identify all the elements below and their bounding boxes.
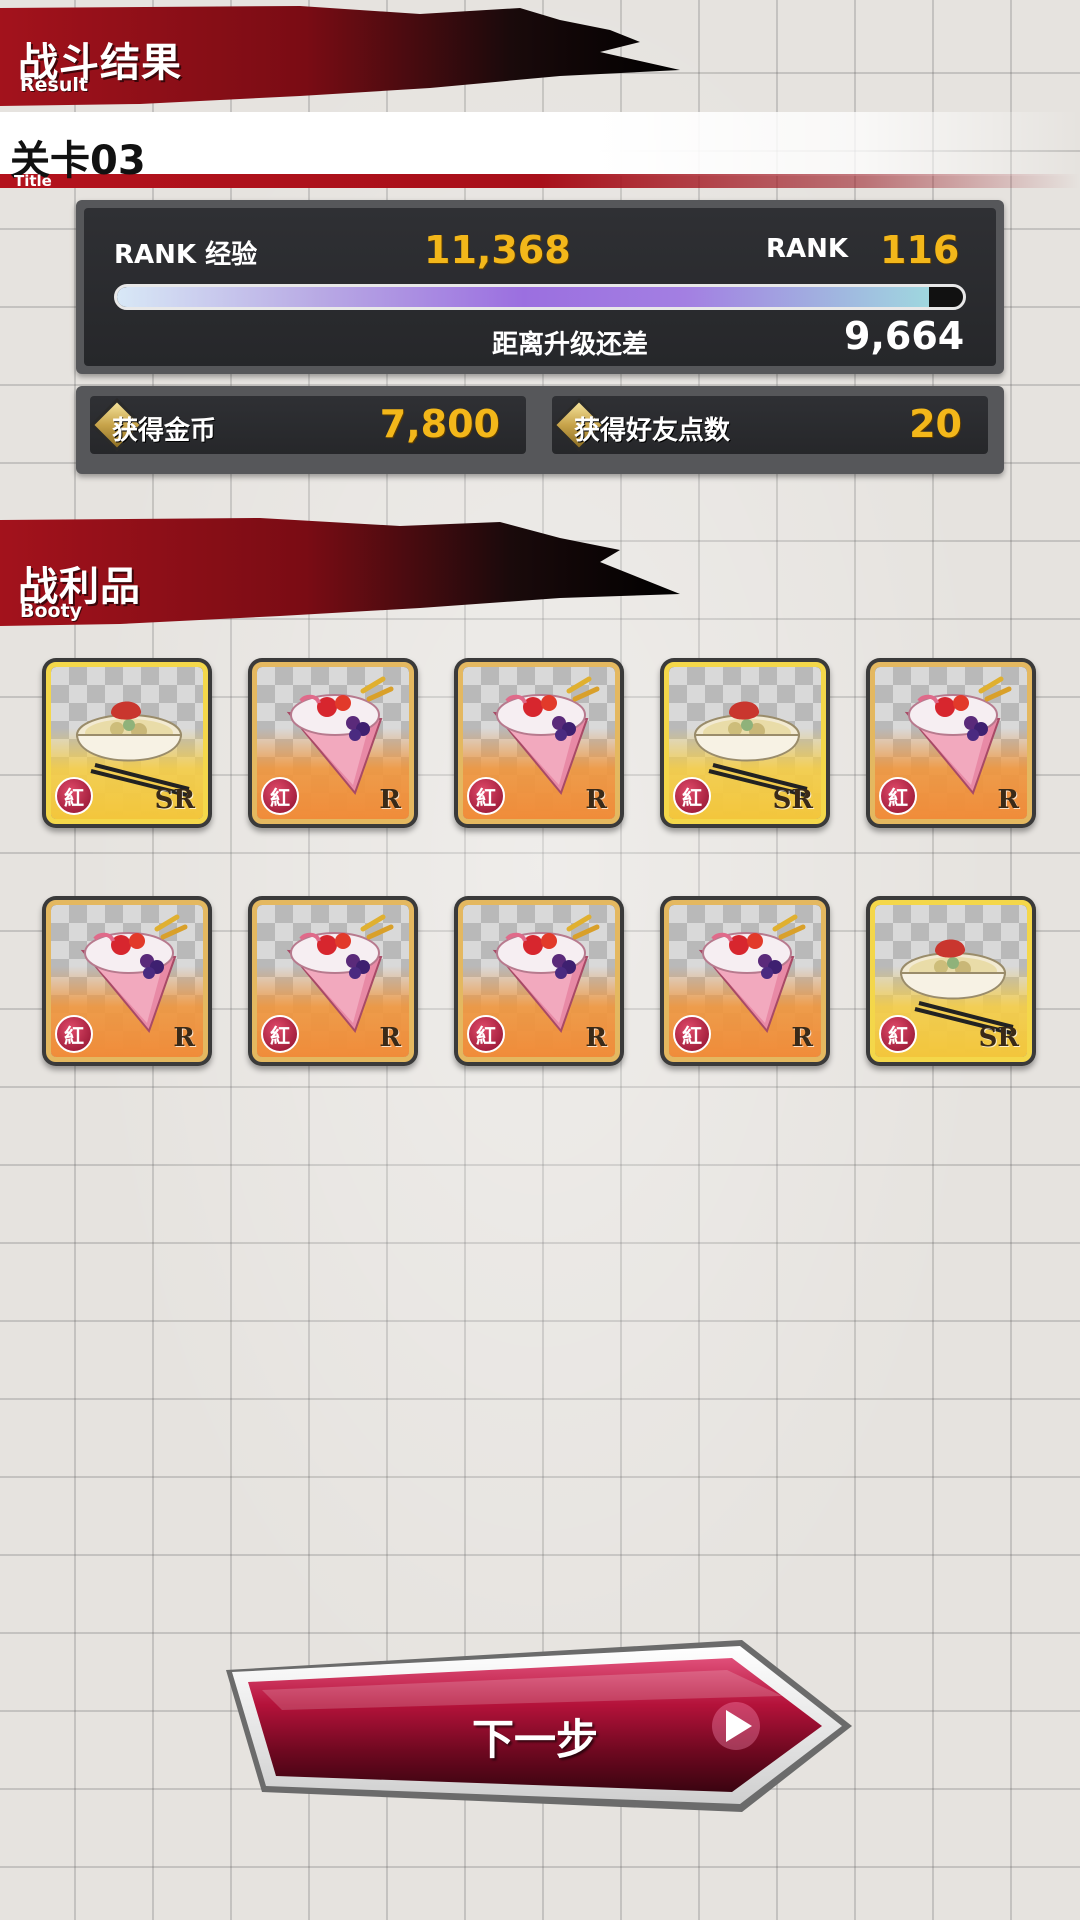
booty-item[interactable]: 紅 R (454, 658, 624, 828)
rarity-label: R (997, 785, 1019, 815)
rank-value: 116 (880, 228, 960, 272)
stage-sub: Title (14, 172, 52, 190)
rarity-label: R (379, 785, 401, 815)
rarity-label: R (585, 785, 607, 815)
booty-item[interactable]: 紅 SR (660, 658, 830, 828)
stage-title-strip: 关卡03 Title (0, 112, 1080, 190)
rarity-label: R (585, 1023, 607, 1053)
next-button[interactable]: 下一步 (222, 1636, 858, 1814)
attribute-badge: 紅 (879, 777, 917, 815)
reward-panel: 获得金币 7,800 获得好友点数 20 (76, 386, 1004, 474)
coin-reward: 获得金币 7,800 (90, 396, 526, 454)
booty-grid: 紅 SR 紅 R 紅 R 紅 SR 紅 R 紅 R 紅 R 紅 R 紅 R 紅 … (42, 658, 1042, 1068)
exp-progress-bar (114, 284, 966, 310)
attribute-badge: 紅 (55, 777, 93, 815)
booty-item[interactable]: 紅 R (660, 896, 830, 1066)
attribute-badge: 紅 (261, 1015, 299, 1053)
attribute-badge: 紅 (673, 777, 711, 815)
rarity-label: R (791, 1023, 813, 1053)
attribute-badge: 紅 (467, 1015, 505, 1053)
booty-subtitle: Booty (20, 600, 83, 622)
booty-item[interactable]: 紅 R (248, 896, 418, 1066)
rarity-label: R (173, 1023, 195, 1053)
booty-item[interactable]: 紅 R (248, 658, 418, 828)
next-level-label: 距离升级还差 (492, 330, 649, 360)
booty-item[interactable]: 紅 R (454, 896, 624, 1066)
attribute-badge: 紅 (879, 1015, 917, 1053)
rarity-label: SR (772, 785, 813, 815)
attribute-badge: 紅 (55, 1015, 93, 1053)
booty-banner: 战利品 Booty (0, 516, 690, 628)
friend-points-label: 获得好友点数 (574, 416, 731, 446)
booty-item[interactable]: 紅 R (866, 658, 1036, 828)
exp-progress-fill (117, 287, 930, 307)
friend-points-reward: 获得好友点数 20 (552, 396, 988, 454)
arrow-right-icon (712, 1702, 760, 1750)
rank-panel: RANK 经验 11,368 RANK 116 距离升级还差 9,664 (76, 200, 1004, 374)
booty-item[interactable]: 紅 SR (866, 896, 1036, 1066)
coin-value: 7,800 (379, 402, 500, 446)
result-banner: 战斗结果 Result (0, 0, 690, 108)
next-level-value: 9,664 (844, 314, 965, 358)
rarity-label: SR (978, 1023, 1019, 1053)
attribute-badge: 紅 (261, 777, 299, 815)
booty-item[interactable]: 紅 R (42, 896, 212, 1066)
rank-label: RANK (766, 234, 849, 264)
coin-label: 获得金币 (112, 416, 217, 446)
attribute-badge: 紅 (467, 777, 505, 815)
rank-exp-label: RANK 经验 (114, 240, 258, 270)
attribute-badge: 紅 (673, 1015, 711, 1053)
rarity-label: SR (154, 785, 195, 815)
booty-item[interactable]: 紅 SR (42, 658, 212, 828)
rank-exp-value: 11,368 (424, 228, 571, 272)
next-button-label: 下一步 (472, 1715, 599, 1764)
result-subtitle: Result (20, 74, 88, 96)
friend-points-value: 20 (909, 402, 962, 446)
rarity-label: R (379, 1023, 401, 1053)
